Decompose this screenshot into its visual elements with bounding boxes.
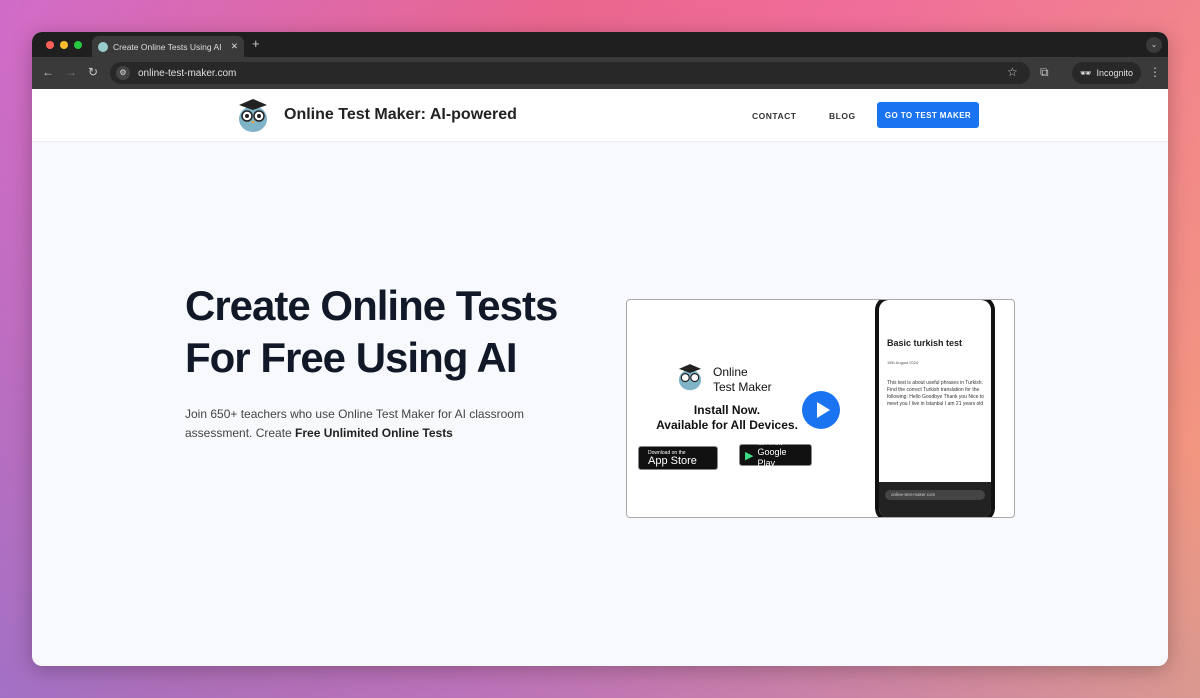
tab-active[interactable]: Create Online Tests Using AI ✕ — [92, 36, 244, 57]
hero-title: Create Online Tests For Free Using AI — [185, 280, 615, 384]
phone-browser-bar: online-test-maker.com — [879, 482, 991, 517]
install-line1: Install Now. — [693, 403, 761, 417]
incognito-icon: 🕶 — [1080, 67, 1092, 78]
close-window-button[interactable] — [46, 41, 54, 49]
browser-toolbar: ← → ↻ ⚙ online-test-maker.com ☆ ⧉ 🕶 Inco… — [32, 57, 1168, 89]
app-store-badge[interactable]: Download on the App Store — [638, 446, 718, 470]
nav-blog[interactable]: BLOG — [829, 111, 856, 121]
phone-url: online-test-maker.com — [885, 490, 985, 500]
tab-search-button[interactable]: ⌄ — [1146, 37, 1162, 53]
address-bar[interactable]: ⚙ online-test-maker.com — [110, 62, 1030, 84]
reload-icon[interactable]: ↻ — [88, 65, 98, 79]
video-brand-line2: Test Maker — [713, 380, 772, 394]
google-play-icon: ▶ — [745, 449, 754, 462]
close-tab-icon[interactable]: ✕ — [231, 41, 238, 52]
back-icon[interactable]: ← — [42, 65, 54, 79]
phone-description: This test is about useful phrases in Tur… — [887, 380, 984, 407]
extensions-icon[interactable]: ⧉ — [1040, 65, 1049, 80]
menu-icon[interactable]: ⋮ — [1149, 65, 1161, 79]
hero-subtitle: Join 650+ teachers who use Online Test M… — [185, 405, 545, 443]
googleplay-big: Google Play — [757, 447, 787, 468]
google-play-badge[interactable]: ▶ GET IT ON Google Play — [739, 441, 812, 468]
brand-name[interactable]: Online Test Maker: AI-powered — [284, 106, 517, 124]
install-line2: Available for All Devices. — [656, 418, 798, 432]
incognito-label: Incognito — [1096, 68, 1133, 78]
maximize-window-button[interactable] — [74, 41, 82, 49]
promo-video[interactable]: Online Test Maker Install Now. Available… — [626, 299, 1015, 518]
owl-logo-icon[interactable] — [234, 95, 272, 133]
new-tab-button[interactable]: + — [252, 36, 260, 51]
play-button[interactable] — [802, 391, 840, 429]
phone-screen: Basic turkish test 15th August 2024 This… — [879, 300, 991, 517]
phone-date: 15th August 2024 — [887, 360, 919, 365]
favicon-icon — [98, 41, 108, 52]
tab-title: Create Online Tests Using AI — [113, 41, 222, 52]
site-settings-icon[interactable]: ⚙ — [116, 66, 130, 80]
phone-mockup: Basic turkish test 15th August 2024 This… — [875, 300, 995, 517]
browser-window: Create Online Tests Using AI ✕ + ⌄ ← → ↻… — [32, 32, 1168, 666]
nav-contact[interactable]: CONTACT — [752, 111, 796, 121]
tab-bar: Create Online Tests Using AI ✕ + ⌄ — [32, 32, 1168, 57]
bookmark-star-icon[interactable]: ☆ — [1007, 65, 1018, 79]
video-brand-line1: Online — [713, 365, 748, 379]
hero-subtitle-bold: Free Unlimited Online Tests — [295, 426, 453, 440]
go-to-test-maker-button[interactable]: GO TO TEST MAKER — [877, 102, 979, 128]
install-text: Install Now. Available for All Devices. — [647, 403, 807, 433]
url-text: online-test-maker.com — [138, 67, 237, 79]
incognito-button[interactable]: 🕶 Incognito — [1072, 62, 1141, 84]
site-header: Online Test Maker: AI-powered CONTACT BL… — [32, 89, 1168, 142]
hero-title-line1: Create Online Tests — [185, 282, 558, 329]
appstore-big: App Store — [648, 454, 697, 467]
hero-title-line2: For Free Using AI — [185, 334, 518, 381]
phone-title: Basic turkish test — [887, 338, 963, 348]
owl-logo-icon — [678, 364, 702, 391]
minimize-window-button[interactable] — [60, 41, 68, 49]
forward-icon[interactable]: → — [65, 65, 77, 79]
video-brand: Online Test Maker — [713, 365, 772, 395]
